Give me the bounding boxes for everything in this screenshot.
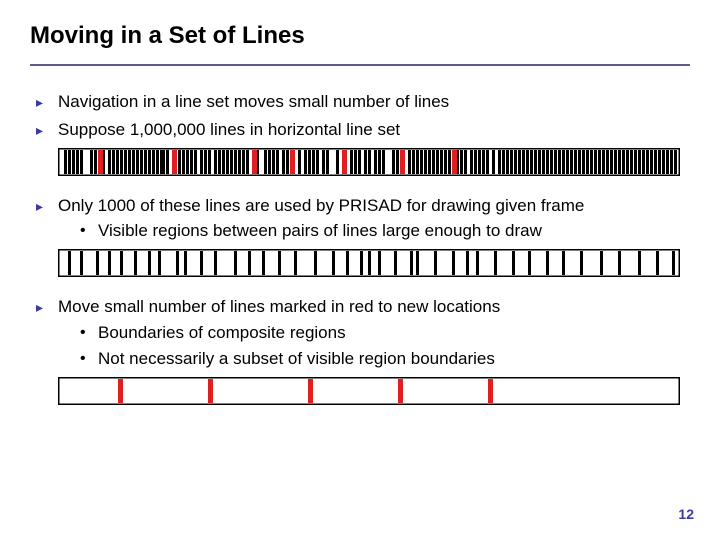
page-number: 12 [678,506,694,522]
bullet-4-sub-2: Not necessarily a subset of visible regi… [80,347,690,371]
bullet-list-1: Navigation in a line set moves small num… [30,90,690,142]
bullet-1: Navigation in a line set moves small num… [36,90,690,114]
bullet-3-sub-1: Visible regions between pairs of lines l… [80,219,690,243]
bullet-3: Only 1000 of these lines are used by PRI… [36,194,690,244]
bullet-4-sub-1: Boundaries of composite regions [80,321,690,345]
slide: Moving in a Set of Lines Navigation in a… [0,0,720,540]
bars-sparse [58,249,680,277]
bullet-4-sub: Boundaries of composite regions Not nece… [58,321,690,371]
bars-3-holder [58,377,680,405]
bullet-list-2: Only 1000 of these lines are used by PRI… [30,194,690,244]
bars-2-holder [58,249,680,277]
bullet-2: Suppose 1,000,000 lines in horizontal li… [36,118,690,142]
bullet-list-3: Move small number of lines marked in red… [30,295,690,370]
bullet-3-sub: Visible regions between pairs of lines l… [58,219,690,243]
bars-red [58,377,680,405]
bullet-4: Move small number of lines marked in red… [36,295,690,370]
bars-1-holder [58,148,680,176]
bars-dense [58,148,680,176]
bullet-4-text: Move small number of lines marked in red… [58,297,500,316]
title-rule [30,64,690,66]
bullet-3-text: Only 1000 of these lines are used by PRI… [58,196,584,215]
page-title: Moving in a Set of Lines [30,22,690,50]
